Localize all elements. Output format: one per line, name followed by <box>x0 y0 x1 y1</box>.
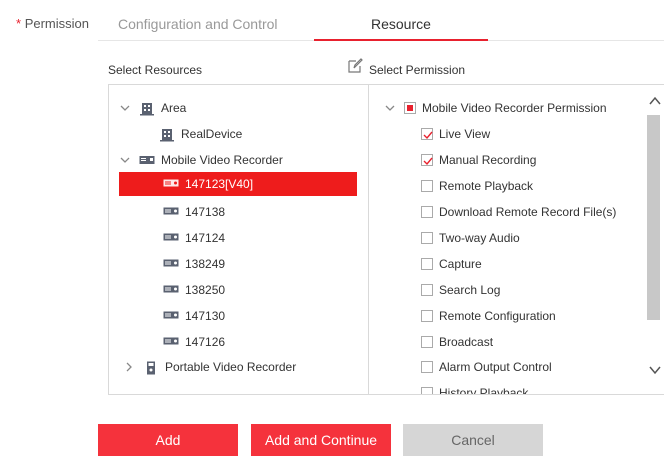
checkbox[interactable] <box>421 206 433 218</box>
device-icon <box>163 258 179 270</box>
mobile-recorder-icon <box>139 154 155 166</box>
select-resources-title: Select Resources <box>108 63 203 77</box>
permission-item[interactable]: Remote Playback <box>421 174 533 198</box>
area-icon <box>139 102 155 116</box>
permission-label: Download Remote Record File(s) <box>439 205 617 219</box>
tree-node-label: 147124 <box>185 231 226 245</box>
checkbox-checked[interactable] <box>421 128 433 140</box>
tree-node-label: 138250 <box>185 283 226 297</box>
device-icon <box>163 178 179 190</box>
tree-node-label: 147126 <box>185 335 226 349</box>
tab-resource[interactable]: Resource <box>371 16 431 32</box>
scroll-down-icon[interactable] <box>649 364 661 375</box>
tree-node-label: Mobile Video Recorder <box>161 153 283 167</box>
device-icon <box>163 336 179 348</box>
chevron-down-icon[interactable] <box>384 102 396 114</box>
permission-label: Capture <box>439 257 482 271</box>
tree-node-area[interactable]: Area <box>119 96 186 120</box>
tree-node-device[interactable]: 147130 <box>163 304 225 328</box>
tree-node-device-selected[interactable]: 147123[V40] <box>119 172 357 196</box>
permission-item[interactable]: Live View <box>421 122 490 146</box>
add-button[interactable]: Add <box>98 424 238 456</box>
checkbox[interactable] <box>421 310 433 322</box>
permission-panel: Mobile Video Recorder Permission Live Vi… <box>368 84 664 395</box>
tree-node-device[interactable]: 138250 <box>163 278 225 302</box>
permission-item[interactable]: Manual Recording <box>421 148 536 172</box>
required-asterisk: * <box>16 16 22 31</box>
tree-node-device[interactable]: 147138 <box>163 200 225 224</box>
select-permission-title: Select Permission <box>369 63 466 77</box>
tab-configuration-and-control[interactable]: Configuration and Control <box>118 16 278 32</box>
permission-item[interactable]: Capture <box>421 252 482 276</box>
device-icon <box>163 206 179 218</box>
permission-item[interactable]: Download Remote Record File(s) <box>421 200 616 224</box>
permission-label: Two-way Audio <box>439 231 520 245</box>
device-icon <box>163 284 179 296</box>
tree-node-device[interactable]: 147124 <box>163 226 225 250</box>
permission-label: * Permission <box>16 16 89 31</box>
tree-node-mobile-video-recorder[interactable]: Mobile Video Recorder <box>119 148 283 172</box>
active-tab-indicator <box>314 39 488 41</box>
permission-item[interactable]: Two-way Audio <box>421 226 520 250</box>
tree-node-label: 147138 <box>185 205 226 219</box>
permission-label: Broadcast <box>439 335 494 349</box>
permission-label: Remote Playback <box>439 179 534 193</box>
permission-item[interactable]: History Playback <box>421 381 529 395</box>
tree-node-label: Portable Video Recorder <box>165 360 297 374</box>
tree-node-label: 147123[V40] <box>185 177 254 191</box>
checkbox[interactable] <box>421 336 433 348</box>
resource-tree-panel: Area RealDevice Mobile Video Recorder 14… <box>108 84 369 395</box>
area-icon <box>159 128 175 142</box>
permission-label: History Playback <box>439 386 529 395</box>
portable-recorder-icon <box>143 361 159 375</box>
scroll-up-icon[interactable] <box>649 95 661 105</box>
permission-item[interactable]: Remote Configuration <box>421 304 556 328</box>
tree-node-device[interactable]: 147126 <box>163 330 225 354</box>
checkbox[interactable] <box>421 258 433 270</box>
permission-label: Alarm Output Control <box>439 360 552 374</box>
edit-icon <box>347 58 363 74</box>
permission-item[interactable]: Alarm Output Control <box>421 355 552 379</box>
permission-label: Live View <box>439 127 491 141</box>
device-icon <box>163 232 179 244</box>
checkbox-partial[interactable] <box>404 102 416 114</box>
permission-item[interactable]: Broadcast <box>421 330 493 354</box>
permission-label-text: Permission <box>24 16 89 31</box>
tree-node-label: RealDevice <box>181 127 243 141</box>
checkbox[interactable] <box>421 387 433 394</box>
add-and-continue-button[interactable]: Add and Continue <box>251 424 391 456</box>
tree-node-device[interactable]: 138249 <box>163 252 225 276</box>
checkbox[interactable] <box>421 361 433 373</box>
checkbox[interactable] <box>421 180 433 192</box>
checkbox[interactable] <box>421 284 433 296</box>
permission-label: Remote Configuration <box>439 309 556 323</box>
tree-node-label: Area <box>161 101 187 115</box>
cancel-button[interactable]: Cancel <box>403 424 543 456</box>
permission-item[interactable]: Search Log <box>421 278 500 302</box>
permission-label: Manual Recording <box>439 153 537 167</box>
checkbox-checked[interactable] <box>421 154 433 166</box>
checkbox[interactable] <box>421 232 433 244</box>
tree-node-realdevice[interactable]: RealDevice <box>159 122 242 146</box>
permission-root-label: Mobile Video Recorder Permission <box>422 101 607 115</box>
chevron-down-icon[interactable] <box>119 102 131 114</box>
chevron-down-icon[interactable] <box>119 154 131 166</box>
permission-root[interactable]: Mobile Video Recorder Permission <box>384 96 607 120</box>
device-icon <box>163 310 179 322</box>
tree-node-label: 147130 <box>185 309 226 323</box>
scrollbar-thumb[interactable] <box>647 115 660 320</box>
tree-node-portable-video-recorder[interactable]: Portable Video Recorder <box>123 355 296 379</box>
chevron-right-icon[interactable] <box>123 361 135 373</box>
tree-node-label: 138249 <box>185 257 226 271</box>
permission-label: Search Log <box>439 283 501 297</box>
